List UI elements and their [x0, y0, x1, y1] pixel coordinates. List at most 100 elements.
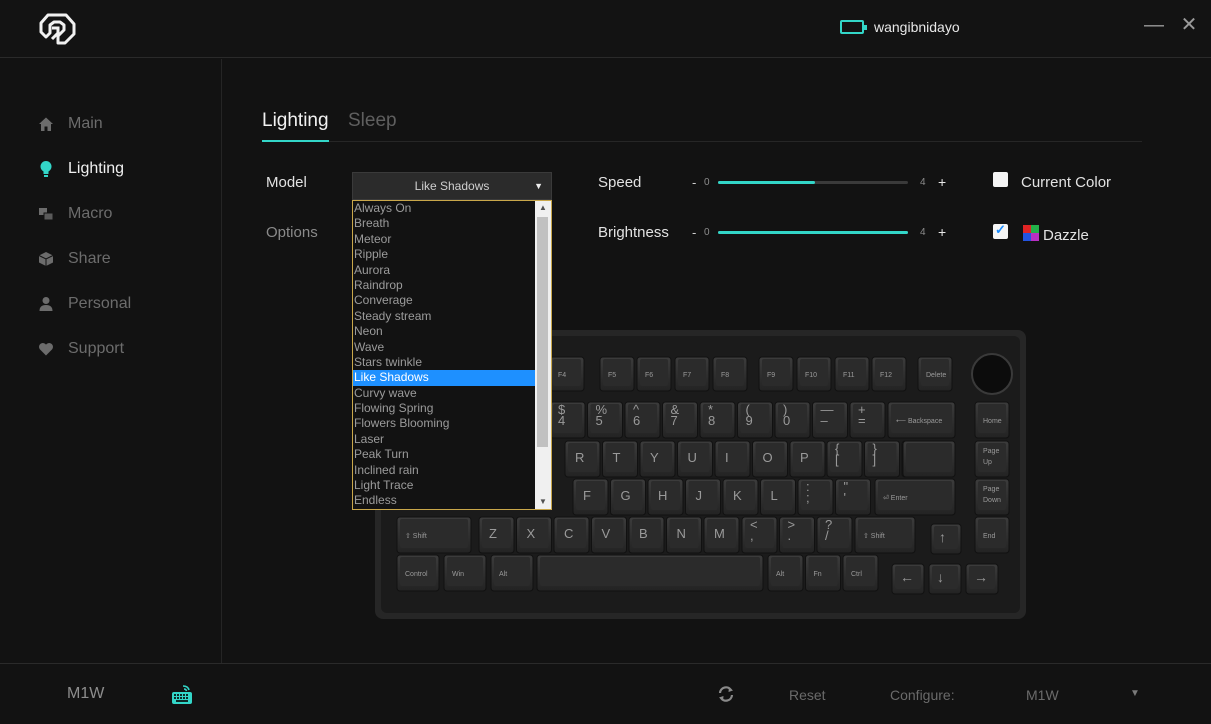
- dropdown-option[interactable]: Breath: [353, 216, 535, 231]
- key-b: B: [628, 516, 665, 554]
- key-label: 5: [596, 413, 603, 428]
- key-label: Page: [983, 486, 999, 493]
- dropdown-option[interactable]: Aurora: [353, 263, 535, 278]
- sidebar-item-label: Main: [68, 115, 103, 132]
- dropdown-option[interactable]: Steady stream: [353, 309, 535, 324]
- key-label: ;: [806, 490, 810, 505]
- key-label: K: [733, 488, 742, 503]
- dropdown-option[interactable]: Peak Turn: [353, 447, 535, 462]
- dazzle-swatch-icon: [1023, 225, 1039, 241]
- speed-increase-button[interactable]: +: [938, 174, 946, 190]
- dropdown-option[interactable]: Flowers Blooming: [353, 416, 535, 431]
- key: {[: [826, 440, 863, 478]
- scroll-thumb[interactable]: [537, 217, 548, 447]
- brightness-slider[interactable]: - 0 4 +: [692, 222, 946, 242]
- key-n: N: [666, 516, 702, 554]
- current-color-checkbox[interactable]: [993, 172, 1008, 187]
- wireless-keyboard-icon[interactable]: [171, 684, 193, 706]
- key-label: Z: [489, 526, 497, 541]
- key-o: O: [752, 440, 788, 478]
- configure-select[interactable]: M1W: [1026, 687, 1059, 703]
- key-g: G: [610, 478, 646, 516]
- dropdown-option[interactable]: Always On: [353, 201, 535, 216]
- key-label: ←: [900, 569, 914, 585]
- brightness-decrease-button[interactable]: -: [692, 225, 704, 240]
- dropdown-option[interactable]: Ripple: [353, 247, 535, 262]
- speed-slider[interactable]: - 0 4 +: [692, 172, 946, 192]
- key-t: T: [602, 440, 638, 478]
- dropdown-option[interactable]: Flowing Spring: [353, 401, 535, 416]
- dropdown-option[interactable]: Like Shadows: [353, 370, 535, 386]
- dropdown-option[interactable]: Stars twinkle: [353, 355, 535, 370]
- dropdown-option[interactable]: Wave: [353, 340, 535, 355]
- key-label: Page: [983, 448, 999, 455]
- close-button[interactable]: ✕: [1176, 12, 1202, 38]
- key-fn: Fn: [805, 554, 841, 592]
- sidebar-item-macro[interactable]: Macro: [38, 205, 112, 223]
- model-select[interactable]: Like Shadows ▼: [352, 172, 552, 200]
- brightness-increase-button[interactable]: +: [938, 224, 946, 240]
- dropdown-scrollbar[interactable]: ▲ ▼: [535, 201, 551, 509]
- key-label: X: [527, 526, 536, 541]
- brightness-fill: [718, 230, 908, 234]
- tab-sleep[interactable]: Sleep: [348, 110, 397, 140]
- key-label: F9: [767, 372, 775, 379]
- current-color-label: Current Color: [1021, 174, 1112, 191]
- key-arrow-left: ←: [891, 563, 925, 595]
- dropdown-option[interactable]: Curvy wave: [353, 386, 535, 401]
- key: }]: [864, 440, 900, 478]
- sidebar-item-main[interactable]: Main: [38, 115, 103, 133]
- dropdown-option[interactable]: Laser: [353, 432, 535, 447]
- minimize-button[interactable]: —: [1141, 12, 1167, 38]
- dropdown-option[interactable]: Endless: [353, 493, 535, 508]
- sidebar-item-share[interactable]: Share: [38, 250, 111, 268]
- speed-track[interactable]: [718, 180, 908, 184]
- key: <,: [741, 516, 778, 554]
- dazzle-checkbox[interactable]: [993, 222, 1008, 239]
- key-f8: F8: [712, 356, 748, 392]
- dropdown-option[interactable]: Raindrop: [353, 278, 535, 293]
- model-dropdown-list[interactable]: Always On Breath Meteor Ripple Aurora Raindro…: [352, 200, 552, 510]
- key-f4: F4: [549, 356, 585, 392]
- key-label: Fn: [814, 571, 822, 578]
- key-win: Win: [443, 554, 487, 592]
- sidebar-item-support[interactable]: Support: [38, 340, 124, 358]
- dropdown-option[interactable]: Meteor: [353, 232, 535, 247]
- sidebar-item-personal[interactable]: Personal: [38, 295, 131, 313]
- key-left-shift: ⇧ Shift: [396, 516, 472, 554]
- configure-label: Configure:: [890, 687, 955, 703]
- key-y: Y: [639, 440, 676, 478]
- key-v: V: [591, 516, 627, 554]
- key-label: F8: [721, 372, 729, 379]
- scroll-down-icon[interactable]: ▼: [535, 495, 551, 509]
- dropdown-option[interactable]: Neon: [353, 324, 535, 339]
- dropdown-option[interactable]: Converage: [353, 293, 535, 308]
- key: ?/: [816, 516, 853, 554]
- chevron-down-icon[interactable]: ▼: [1130, 688, 1140, 699]
- tab-lighting[interactable]: Lighting: [262, 110, 329, 142]
- key: )0: [774, 401, 811, 439]
- scroll-up-icon[interactable]: ▲: [535, 201, 551, 215]
- bulb-icon: [38, 161, 54, 177]
- sidebar-item-lighting[interactable]: Lighting: [38, 160, 124, 178]
- reset-button[interactable]: Reset: [789, 687, 826, 703]
- key-label: 9: [746, 413, 753, 428]
- dropdown-option[interactable]: Inclined rain: [353, 463, 535, 478]
- speed-decrease-button[interactable]: -: [692, 175, 704, 190]
- options-label: Options: [266, 224, 318, 241]
- key-label: ⇧ Shift: [405, 532, 427, 540]
- key-label: Ctrl: [851, 571, 862, 578]
- key-control: Control: [396, 554, 440, 592]
- key: +=: [849, 401, 886, 439]
- key: ^6: [624, 401, 661, 439]
- key-label: Y: [650, 450, 659, 465]
- brightness-track[interactable]: [718, 230, 908, 234]
- key-label: R: [575, 450, 584, 465]
- key-x: X: [516, 516, 552, 554]
- key: *8: [699, 401, 736, 439]
- cube-icon: [38, 251, 54, 267]
- key-arrow-right: →: [965, 563, 999, 595]
- dropdown-option[interactable]: Light Trace: [353, 478, 535, 493]
- refresh-icon[interactable]: [717, 686, 735, 702]
- key-label: ⏎ Enter: [883, 494, 908, 502]
